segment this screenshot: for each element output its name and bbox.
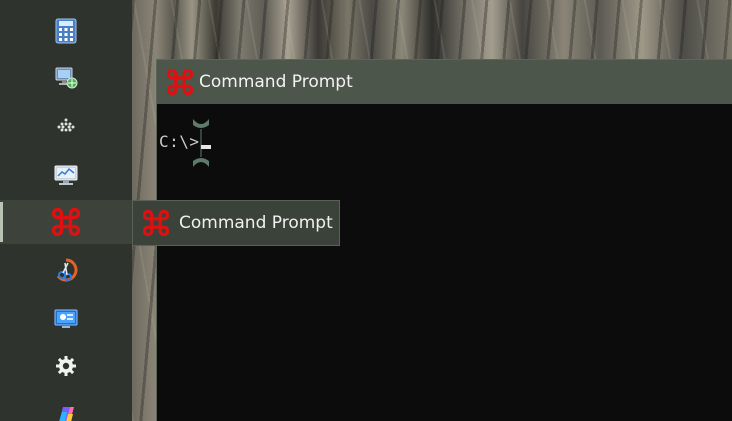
window-title: Command Prompt: [199, 72, 353, 92]
command-prompt-icon: [52, 208, 80, 236]
gear-icon: [56, 356, 76, 376]
taskbar-item-performance-monitor[interactable]: [0, 153, 132, 197]
taskbar-item-network[interactable]: [0, 56, 132, 100]
taskbar-item-settings[interactable]: [0, 344, 132, 388]
taskbar-item-snipping-tool[interactable]: [0, 248, 132, 292]
remote-desktop-icon: [54, 309, 78, 328]
performance-monitor-icon: [54, 165, 78, 185]
taskbar-item-copilot[interactable]: [0, 392, 132, 421]
dots-grid-icon: [57, 118, 75, 132]
command-prompt-icon: [167, 69, 193, 95]
taskbar-tooltip: Command Prompt: [132, 200, 340, 246]
snipping-tool-icon: [56, 258, 78, 282]
console-area[interactable]: C:\>: [157, 104, 732, 421]
tooltip-label: Command Prompt: [179, 213, 333, 233]
copilot-icon: [59, 407, 74, 421]
console-prompt-line: C:\>: [159, 132, 211, 151]
taskbar-item-remote-desktop[interactable]: [0, 297, 132, 341]
taskbar-item-command-prompt[interactable]: [0, 200, 132, 244]
window-titlebar[interactable]: Command Prompt: [157, 60, 732, 104]
network-computer-icon: [55, 67, 78, 89]
command-prompt-icon: [143, 210, 169, 236]
taskbar: [0, 0, 132, 421]
calculator-icon: [55, 18, 77, 44]
taskbar-item-dots[interactable]: [0, 104, 132, 148]
console-prompt: C:\>: [159, 132, 200, 151]
taskbar-item-calculator[interactable]: [0, 9, 132, 53]
text-cursor: [200, 145, 211, 149]
